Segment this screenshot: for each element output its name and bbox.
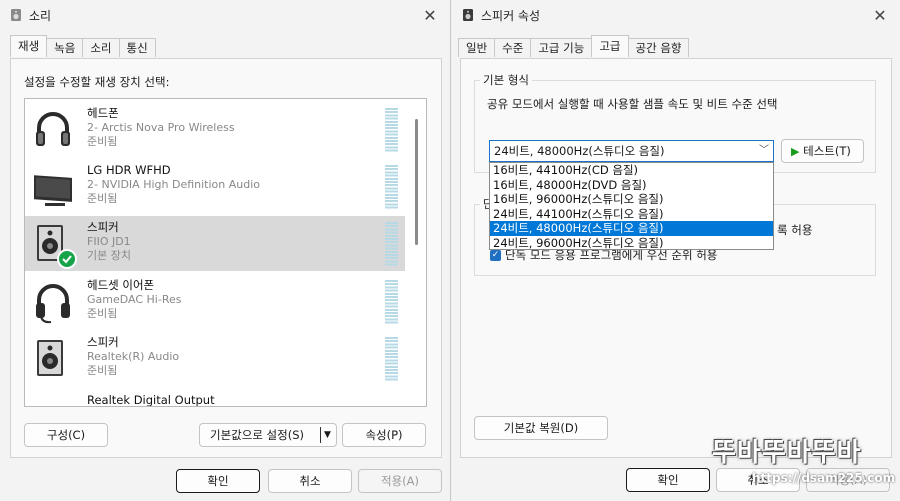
test-button[interactable]: ▶ 테스트(T) [781, 139, 864, 163]
exclusive-priority-checkbox[interactable]: ✓ [490, 250, 501, 261]
tab-general[interactable]: 일반 [458, 38, 496, 57]
properties-button[interactable]: 속성(P) [342, 423, 426, 447]
set-default-button[interactable]: 기본값으로 설정(S) ▼ [199, 423, 337, 447]
headphones-icon [31, 108, 75, 152]
default-check-icon [57, 249, 77, 269]
split-divider [320, 427, 321, 443]
format-selected-value: 24비트, 48000Hz(스튜디오 음질) [494, 144, 665, 158]
cancel-button[interactable]: 취소 [268, 469, 352, 493]
format-option[interactable]: 16비트, 96000Hz(스튜디오 음질) [490, 192, 773, 207]
close-icon[interactable]: ✕ [870, 5, 890, 25]
speaker-icon [31, 337, 75, 381]
list-item[interactable]: 헤드폰 2- Arctis Nova Pro Wireless 준비됨 [25, 102, 405, 157]
tab-enhancements[interactable]: 고급 기능 [530, 38, 593, 57]
watermark-logo: 뚜바뚜바뚜바 https://dsam225.com [712, 436, 898, 500]
device-driver: 2- NVIDIA High Definition Audio [87, 177, 261, 191]
device-driver: Realtek(R) Audio [87, 349, 180, 363]
format-option[interactable]: 24비트, 96000Hz(스튜디오 음질) [490, 236, 773, 251]
device-list-scrollbar[interactable] [415, 103, 418, 403]
configure-button[interactable]: 구성(C) [24, 423, 108, 447]
device-driver: 2- Arctis Nova Pro Wireless [87, 120, 235, 134]
level-meter [385, 337, 398, 382]
device-status: 기본 장치 [87, 249, 131, 262]
format-option[interactable]: 16비트, 44100Hz(CD 음질) [490, 163, 773, 178]
device-name: 헤드셋 이어폰 [87, 278, 155, 292]
exclusive-allow-label: 록 허용 [777, 223, 813, 237]
speaker-app-icon [461, 8, 475, 22]
list-item[interactable]: 헤드셋 이어폰 GameDAC Hi-Res 준비됨 [25, 274, 405, 329]
device-driver: FIIO JD1 [87, 234, 131, 248]
apply-button[interactable]: 적용(A) [358, 469, 442, 493]
tab-spatial-sound[interactable]: 공간 음향 [627, 38, 690, 57]
monitor-icon [31, 165, 75, 209]
ok-button[interactable]: 확인 [626, 468, 710, 492]
props-titlebar: 스피커 속성 ✕ [452, 0, 900, 30]
sound-titlebar: 소리 ✕ [0, 0, 450, 30]
default-format-title: 기본 형식 [480, 72, 532, 88]
level-meter [385, 280, 398, 325]
tab-sounds[interactable]: 소리 [82, 38, 120, 57]
device-name: 스피커 [87, 335, 119, 349]
instruction-label: 설정을 수정할 재생 장치 선택: [24, 75, 170, 89]
play-icon: ▶ [791, 145, 800, 158]
device-name: 스피커 [87, 220, 119, 234]
close-icon[interactable]: ✕ [420, 5, 440, 25]
tab-communications[interactable]: 통신 [118, 38, 156, 57]
list-item[interactable]: 스피커 FIIO JD1 기본 장치 [25, 216, 405, 271]
device-name: Realtek Digital Output [87, 393, 215, 407]
list-item[interactable]: 스피커 Realtek(R) Audio 준비됨 [25, 331, 405, 386]
tab-recording[interactable]: 녹음 [46, 38, 84, 57]
format-option[interactable]: 16비트, 48000Hz(DVD 음질) [490, 178, 773, 193]
chevron-down-icon: ﹀ [759, 145, 769, 156]
tab-advanced[interactable]: 고급 [591, 35, 629, 57]
level-meter [385, 165, 398, 210]
tab-levels[interactable]: 수준 [494, 38, 532, 57]
list-item[interactable]: Realtek Digital Output [25, 389, 405, 407]
device-driver: GameDAC Hi-Res [87, 292, 182, 306]
level-meter [385, 108, 398, 153]
sound-window-title: 소리 [29, 8, 52, 23]
format-description: 공유 모드에서 실행할 때 사용할 샘플 속도 및 비트 수준 선택 [487, 97, 778, 111]
device-name: 헤드폰 [87, 106, 119, 120]
watermark-line1: 뚜바뚜바뚜바 [712, 438, 862, 468]
format-option-highlighted[interactable]: 24비트, 48000Hz(스튜디오 음질) [490, 221, 773, 236]
device-name: LG HDR WFHD [87, 163, 171, 177]
format-option[interactable]: 24비트, 44100Hz(스튜디오 음질) [490, 207, 773, 222]
tab-playback[interactable]: 재생 [10, 35, 48, 57]
list-item[interactable]: LG HDR WFHD 2- NVIDIA High Definition Au… [25, 159, 405, 214]
watermark-line2: https://dsam225.com [752, 471, 896, 485]
props-tabs: 일반 수준 고급 기능 고급 공간 음향 [458, 35, 690, 58]
device-status: 준비됨 [87, 135, 118, 148]
restore-defaults-button[interactable]: 기본값 복원(D) [474, 416, 608, 440]
headset-icon [31, 280, 75, 324]
level-meter [385, 222, 398, 267]
sound-tabs: 재생 녹음 소리 통신 [10, 35, 156, 58]
props-window-title: 스피커 속성 [481, 8, 541, 23]
test-label: 테스트(T) [803, 144, 851, 158]
device-status: 준비됨 [87, 307, 118, 320]
format-dropdown-list[interactable]: 16비트, 44100Hz(CD 음질) 16비트, 48000Hz(DVD 음… [489, 162, 774, 250]
device-status: 준비됨 [87, 364, 118, 377]
chevron-down-icon[interactable]: ▼ [324, 424, 331, 446]
ok-button[interactable]: 확인 [176, 469, 260, 493]
scrollbar-thumb[interactable] [415, 119, 418, 245]
speaker-app-icon [9, 8, 23, 22]
set-default-label: 기본값으로 설정(S) [210, 428, 304, 442]
device-list[interactable]: 헤드폰 2- Arctis Nova Pro Wireless 준비됨 LG H… [24, 98, 427, 407]
device-status: 준비됨 [87, 192, 118, 205]
sound-dialog: 소리 ✕ 재생 녹음 소리 통신 설정을 수정할 재생 장치 선택: 헤드폰 2… [0, 0, 451, 501]
format-select[interactable]: 24비트, 48000Hz(스튜디오 음질) ﹀ [489, 140, 774, 162]
